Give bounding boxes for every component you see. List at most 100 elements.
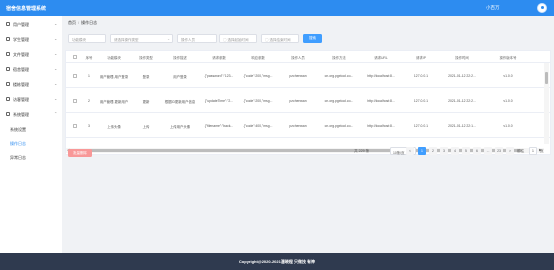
breadcrumb-separator: / <box>78 20 80 25</box>
sidebar-item-label: 访客管理 <box>13 97 29 102</box>
gear-icon <box>6 112 10 116</box>
table-cell: 登录 <box>142 75 150 79</box>
table-row[interactable]: 1 用户管理-用户登录 登录 用户登录 {"password":"123... … <box>66 63 550 88</box>
avatar[interactable] <box>537 3 547 13</box>
operation-log-table: 序号 功能模块 操作类型 操作描述 请求参数 响应参数 操作人员 操作方法 请求… <box>65 50 551 155</box>
chevron-down-icon: ⌄ <box>54 51 58 56</box>
table-cell: http://localhost:8... <box>367 99 395 103</box>
breadcrumb-current: 操作日志 <box>81 20 98 25</box>
select-all-checkbox[interactable] <box>73 55 77 59</box>
vertical-scrollbar[interactable] <box>544 63 549 144</box>
table-cell: v1.0.0 <box>503 74 513 78</box>
prev-page-button[interactable]: < <box>406 147 414 155</box>
table-cell: pzchenwan <box>289 99 307 103</box>
sidebar: 用户管理 ⌄ 学生管理 ⌄ 文件管理 ⌄ 宿舍管理 ⌄ 楼栋管理 ⌄ 访客管理 … <box>0 16 62 253</box>
sidebar-item-files[interactable]: 文件管理 ⌄ <box>0 49 62 59</box>
table-cell: 上传 <box>142 125 150 129</box>
row-checkbox[interactable] <box>73 123 77 128</box>
header-cell: 操作人员 <box>291 56 305 60</box>
operator-placeholder: 操作人员 <box>181 37 195 42</box>
page-button[interactable]: 1 <box>418 147 426 155</box>
page-button[interactable]: 4 <box>451 147 459 155</box>
breadcrumb-home[interactable]: 首页 <box>68 20 76 25</box>
next-page-button[interactable]: > <box>506 147 514 155</box>
table-row[interactable]: 3 上传头像 上传 上传用户头像 {"filename":"back... {"… <box>66 113 550 138</box>
pager-total: 共 229 条 <box>354 149 370 153</box>
table-cell: cn.org.pgxtool.co... <box>324 124 354 128</box>
dorm-icon <box>6 67 10 71</box>
row-checkbox[interactable] <box>73 98 77 103</box>
start-time-picker[interactable]: ◯ 选择起始时间 <box>219 34 257 43</box>
more-pages-button[interactable]: ... <box>484 147 492 155</box>
header-cell: 操作时间 <box>455 56 469 60</box>
end-time-picker[interactable]: ◯ 选择结束时间 <box>261 34 299 43</box>
page-unit-label: 页 <box>540 149 544 153</box>
sidebar-subitem-operation-log[interactable]: 操作日志 <box>10 141 26 147</box>
table-cell: {"filename":"back... <box>204 124 234 128</box>
page-button[interactable]: 23 <box>495 147 503 155</box>
table-cell: 上传头像 <box>107 125 121 129</box>
bulk-delete-button[interactable]: 批量删除 <box>68 149 92 157</box>
sidebar-item-label: 楼栋管理 <box>13 82 29 87</box>
sidebar-subitem-settings[interactable]: 系统设置 <box>10 127 26 133</box>
calendar-icon: ◯ <box>265 37 269 42</box>
student-icon <box>6 37 10 41</box>
table-cell: 用户管理-更新用户 <box>99 100 129 104</box>
table-cell: 127.0.0.1 <box>413 74 429 78</box>
sidebar-item-system[interactable]: 系统管理 ⌃ <box>0 109 62 119</box>
chevron-down-icon: ⌄ <box>54 66 58 71</box>
sidebar-item-dorms[interactable]: 宿舍管理 ⌄ <box>0 64 62 74</box>
sidebar-item-label: 学生管理 <box>13 37 29 42</box>
header-cell: 请求URL <box>374 56 388 60</box>
table-cell: pzchenwan <box>289 74 307 78</box>
sidebar-item-label: 宿舍管理 <box>13 67 29 72</box>
footer: Copyright@2020-2021潘晓程 只做技 有神 <box>0 253 554 270</box>
copyright-text: Copyright@2020-2021潘晓程 只做技 有神 <box>238 259 316 264</box>
table-cell: 127.0.0.1 <box>413 124 429 128</box>
sidebar-item-visitors[interactable]: 访客管理 ⌄ <box>0 94 62 104</box>
chevron-down-icon: ⌄ <box>54 21 58 26</box>
table-cell: 用户登录 <box>173 75 187 79</box>
page-button[interactable]: 6 <box>473 147 481 155</box>
sidebar-item-users[interactable]: 用户管理 ⌄ <box>0 19 62 29</box>
page-button[interactable]: 5 <box>462 147 470 155</box>
page-button[interactable]: 3 <box>440 147 448 155</box>
table-cell: pzchenwan <box>289 124 307 128</box>
user-name[interactable]: 小百万 <box>486 5 500 11</box>
app-title: 宿舍信息管理系统 <box>6 6 47 12</box>
table-cell: {"code":200,"msg... <box>243 74 273 78</box>
header-cell: 请求IP <box>416 56 426 60</box>
table-cell: 2021-01-12 22:1... <box>448 124 476 128</box>
table-cell: {"password":"123... <box>204 74 234 78</box>
table-cell: v1.0.0 <box>503 99 513 103</box>
folder-icon <box>6 52 10 56</box>
table-cell: 1 <box>88 74 90 78</box>
page-button[interactable]: 2 <box>429 147 437 155</box>
goto-label: 前往 <box>517 149 525 153</box>
end-time-placeholder: 选择结束时间 <box>269 37 291 42</box>
table-cell: http://localhost:8... <box>367 74 395 78</box>
table-header: 序号 功能模块 操作类型 操作描述 请求参数 响应参数 操作人员 操作方法 请求… <box>66 51 550 63</box>
sidebar-item-buildings[interactable]: 楼栋管理 ⌄ <box>0 79 62 89</box>
table-cell: 2021-01-12 22:2... <box>448 74 476 78</box>
table-cell: v1.0.0 <box>503 124 513 128</box>
header-cell: 功能模块 <box>107 56 121 60</box>
sidebar-subitem-exception-log[interactable]: 异常日志 <box>10 155 26 161</box>
goto-page-input[interactable]: 1 <box>529 147 537 155</box>
header-cell: 序号 <box>85 56 93 60</box>
vertical-scrollbar-thumb[interactable] <box>545 72 548 84</box>
search-button[interactable]: 搜索 <box>303 34 322 43</box>
sidebar-item-students[interactable]: 学生管理 ⌄ <box>0 34 62 44</box>
type-select[interactable]: 请选择操作类型 ⌄ <box>110 34 173 43</box>
table-cell: http://localhost:8... <box>367 124 395 128</box>
chevron-down-icon: ⌄ <box>54 96 58 101</box>
table-row[interactable]: 2 用户管理-更新用户 更新 根据ID更新用户信息 {"updateTime":… <box>66 88 550 113</box>
keyword-input[interactable]: 功能模块 <box>68 34 106 43</box>
header-cell: 操作描述 <box>173 56 187 60</box>
operator-input[interactable]: 操作人员 <box>177 34 217 43</box>
header-cell: 请求参数 <box>212 56 226 60</box>
keyword-placeholder: 功能模块 <box>72 37 86 42</box>
table-cell: cn.org.pgxtool.co... <box>324 99 354 103</box>
table-cell: {"updateTime":"2... <box>204 99 234 103</box>
row-checkbox[interactable] <box>73 73 77 78</box>
